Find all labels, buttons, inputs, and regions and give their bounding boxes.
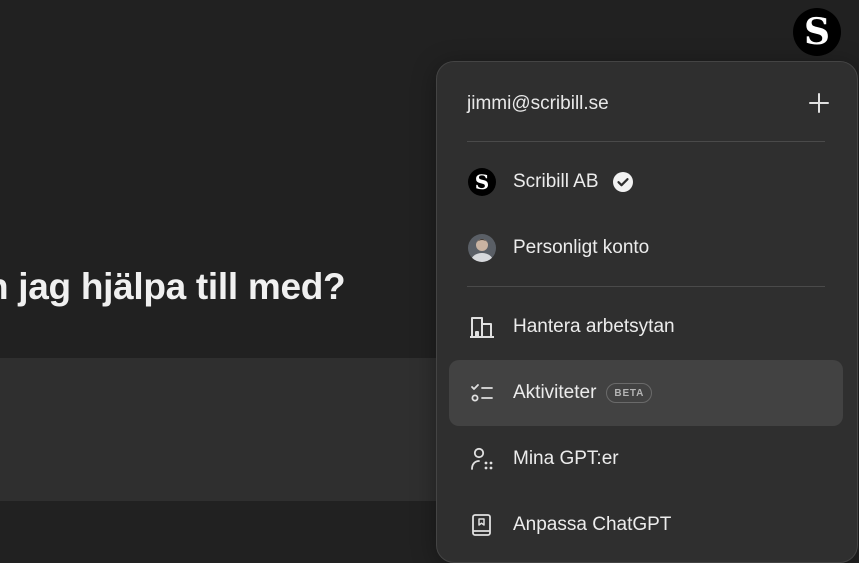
menu-divider: [467, 286, 825, 287]
menu-item-manage-workspace[interactable]: Hantera arbetsytan: [449, 294, 843, 360]
workspace-item-personal[interactable]: Personligt konto: [449, 215, 843, 281]
menu-item-activities[interactable]: Aktiviteter BETA: [449, 360, 843, 426]
plus-icon: [809, 93, 829, 113]
verified-check-icon: [612, 172, 633, 192]
menu-item-label: Aktiviteter: [513, 382, 597, 403]
customize-book-icon: [472, 514, 491, 536]
user-photo-icon: [468, 234, 496, 262]
profile-avatar-button[interactable]: S: [793, 8, 841, 56]
add-account-button[interactable]: [805, 89, 833, 117]
gpts-icon: [471, 447, 493, 470]
menu-divider: [467, 141, 825, 142]
scribill-logo-icon: S: [468, 168, 496, 196]
beta-badge: BETA: [606, 383, 653, 403]
page-heading: n jag hjälpa till med?: [0, 266, 346, 307]
tasks-icon: [471, 384, 493, 402]
menu-item-label: Anpassa ChatGPT: [513, 514, 672, 535]
menu-item-customize-chatgpt[interactable]: Anpassa ChatGPT: [449, 492, 843, 558]
menu-item-label: Hantera arbetsytan: [513, 316, 675, 337]
scribill-logo-icon: S: [804, 11, 830, 53]
account-email: jimmi@scribill.se: [467, 93, 609, 114]
message-composer[interactable]: [0, 358, 440, 501]
workspace-item-scribill[interactable]: S Scribill AB: [449, 149, 843, 215]
menu-item-label: Mina GPT:er: [513, 448, 619, 469]
menu-item-my-gpts[interactable]: Mina GPT:er: [449, 426, 843, 492]
workspace-label: Scribill AB: [513, 171, 599, 192]
account-menu: jimmi@scribill.se S Scribill AB Personli…: [436, 61, 858, 563]
workspace-label: Personligt konto: [513, 237, 650, 258]
building-icon: [470, 317, 494, 338]
